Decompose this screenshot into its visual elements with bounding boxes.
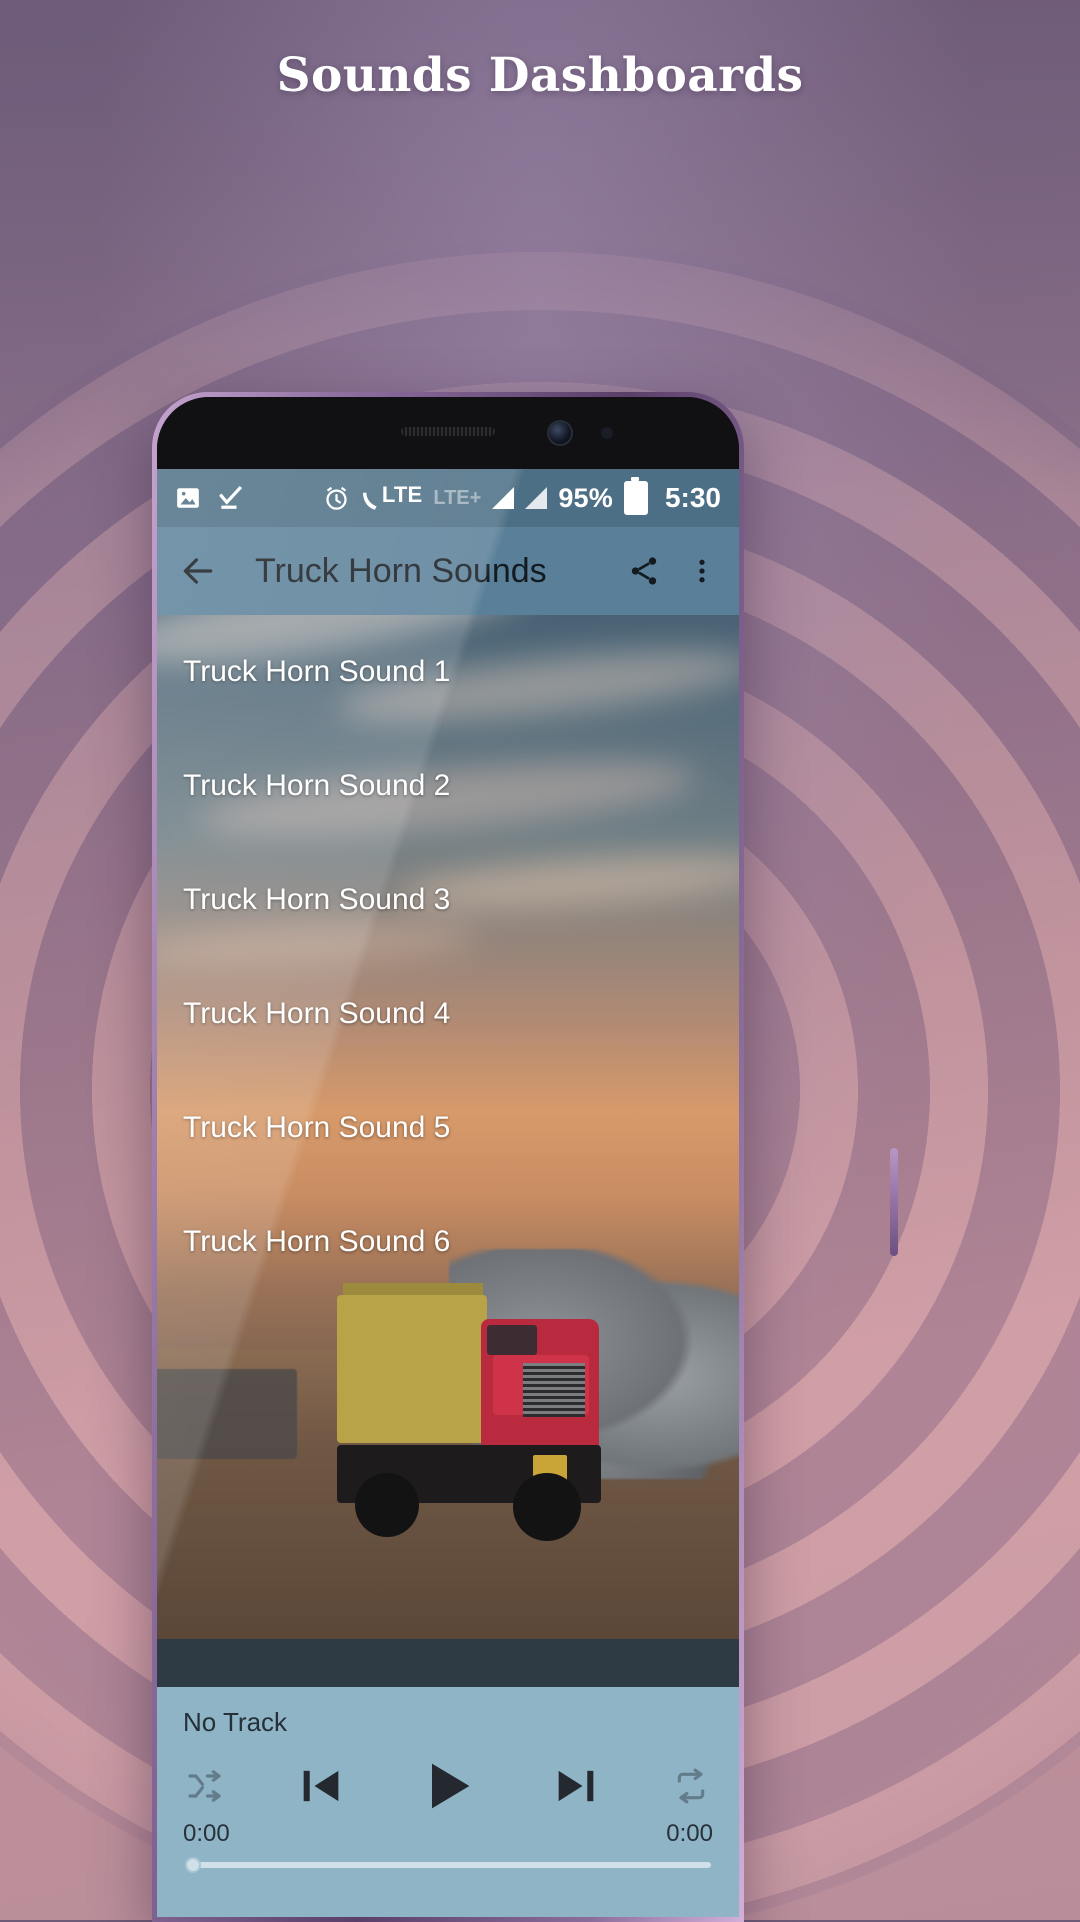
sound-item-label: Truck Horn Sound 2 [183,769,451,802]
player-bar: No Track 0:00 0:00 [157,1687,739,1917]
battery-icon [623,477,648,515]
lte-call-icon: LTE [361,482,423,514]
sound-item-label: Truck Horn Sound 3 [183,883,451,916]
lte-plus-label: LTE+ [433,486,482,509]
phone-top-bezel [157,397,739,469]
transport-controls [179,1754,717,1818]
phone-mockup: LTE LTE+ 95% 5:30 Truck Horn Sounds Truc… [152,392,898,1922]
sound-list[interactable]: Truck Horn Sound 1 Truck Horn Sound 2 Tr… [157,615,739,1687]
signal-bars-icon [492,487,515,509]
download-complete-icon [217,485,243,511]
track-name: No Track [183,1707,288,1737]
back-arrow-icon[interactable] [179,552,217,590]
list-item[interactable]: Truck Horn Sound 3 [157,843,739,957]
power-button [890,1148,898,1256]
status-bar: LTE LTE+ 95% 5:30 [157,469,739,527]
list-item[interactable]: Truck Horn Sound 6 [157,1185,739,1299]
sound-item-label: Truck Horn Sound 5 [183,1111,451,1144]
sound-item-label: Truck Horn Sound 6 [183,1225,451,1258]
sound-item-label: Truck Horn Sound 4 [183,997,451,1030]
phone-screen: LTE LTE+ 95% 5:30 Truck Horn Sounds Truc… [157,469,739,1917]
sound-item-label: Truck Horn Sound 1 [183,655,451,688]
page-title: Truck Horn Sounds [255,551,547,590]
repeat-icon[interactable] [671,1766,711,1806]
play-icon[interactable] [416,1754,480,1818]
elapsed-time: 0:00 [183,1820,230,1847]
skip-previous-icon[interactable] [295,1760,347,1812]
phone-body: LTE LTE+ 95% 5:30 Truck Horn Sounds Truc… [157,397,739,1917]
battery-percent: 95% [558,482,613,513]
photo-icon [175,485,201,511]
seek-bar[interactable] [185,1857,711,1873]
seek-thumb[interactable] [185,1857,201,1873]
lte-label: LTE [381,482,423,507]
list-item[interactable]: Truck Horn Sound 5 [157,1071,739,1185]
skip-next-icon[interactable] [550,1760,602,1812]
list-item[interactable]: Truck Horn Sound 1 [157,615,739,729]
total-time: 0:00 [666,1820,713,1847]
app-bar: Truck Horn Sounds [157,527,739,615]
shuffle-icon[interactable] [185,1766,225,1806]
signal-bars-icon [525,487,548,509]
share-icon[interactable] [627,554,661,588]
camera-icon [549,422,571,444]
promo-title: Sounds Dashboards [276,48,804,103]
sensor-icon [601,427,613,439]
speaker-grille-icon [401,427,495,436]
list-item[interactable]: Truck Horn Sound 4 [157,957,739,1071]
time-labels: 0:00 0:00 [179,1820,717,1848]
list-item[interactable]: Truck Horn Sound 2 [157,729,739,843]
more-vert-icon[interactable] [687,554,717,588]
alarm-icon [323,485,350,512]
clock-time: 5:30 [664,482,721,513]
